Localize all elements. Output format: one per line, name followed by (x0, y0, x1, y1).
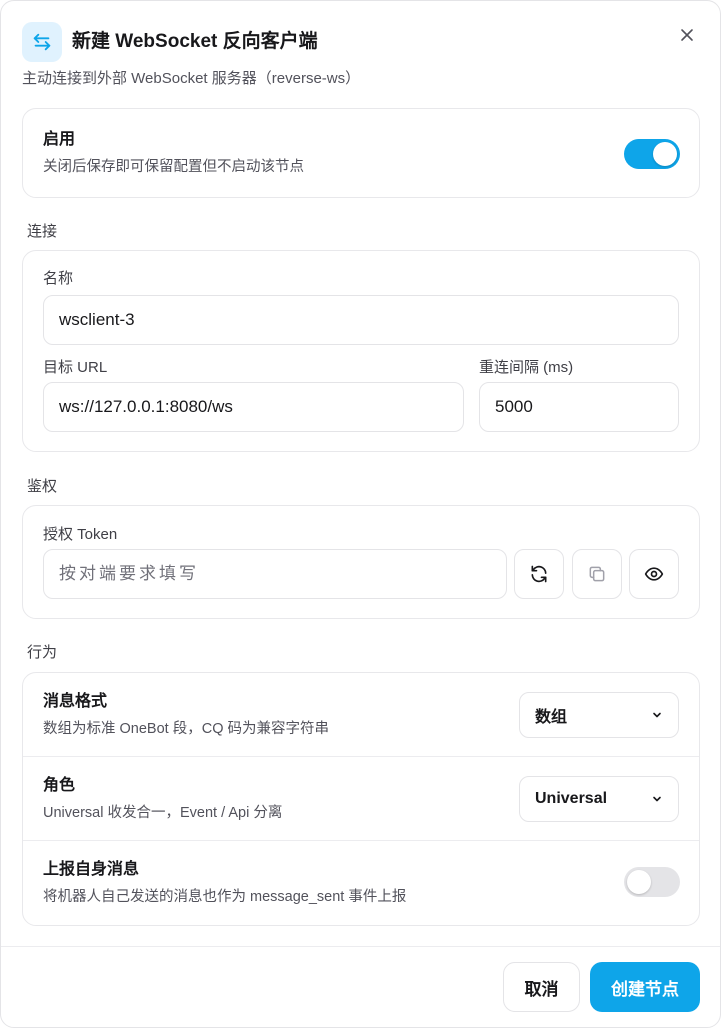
role-description: Universal 收发合一，Event / Api 分离 (43, 805, 283, 821)
create-node-button[interactable]: 创建节点 (590, 962, 700, 1012)
name-input[interactable] (43, 295, 679, 345)
toggle-knob (627, 870, 651, 894)
footer-divider (1, 946, 720, 947)
dialog-subtitle: 主动连接到外部 WebSocket 服务器（reverse-ws） (22, 70, 361, 87)
regenerate-token-button[interactable] (514, 549, 564, 599)
cancel-button[interactable]: 取消 (503, 962, 580, 1012)
message-format-select[interactable]: 数组 (519, 692, 679, 738)
role-value: Universal (535, 790, 608, 807)
refresh-icon (531, 565, 547, 583)
role-select[interactable]: Universal (519, 776, 679, 822)
role-title: 角色 (43, 777, 76, 794)
copy-icon (589, 566, 605, 582)
reconnect-label: 重连间隔 (ms) (479, 359, 574, 376)
message-format-title: 消息格式 (43, 693, 108, 710)
url-label: 目标 URL (43, 359, 108, 376)
url-input[interactable] (43, 382, 464, 432)
connection-card: 名称 目标 URL 重连间隔 (ms) (22, 250, 700, 452)
enable-title: 启用 (43, 131, 76, 148)
section-connection: 连接 (27, 223, 58, 240)
copy-token-button[interactable] (572, 549, 622, 599)
message-format-description: 数组为标准 OneBot 段，CQ 码为兼容字符串 (43, 721, 330, 737)
dialog: 新建 WebSocket 反向客户端 主动连接到外部 WebSocket 服务器… (0, 0, 721, 1028)
row-divider (23, 840, 699, 841)
swap-arrows-icon (22, 22, 62, 62)
section-behavior: 行为 (27, 644, 58, 661)
row-divider (23, 756, 699, 757)
enable-card: 启用 关闭后保存即可保留配置但不启动该节点 (22, 108, 700, 198)
enable-toggle[interactable] (624, 139, 680, 169)
close-button[interactable] (677, 25, 697, 45)
name-label: 名称 (43, 270, 74, 287)
behavior-card: 消息格式 数组为标准 OneBot 段，CQ 码为兼容字符串 数组 角色 Uni… (22, 672, 700, 926)
toggle-knob (653, 142, 677, 166)
message-format-value: 数组 (535, 709, 568, 726)
report-self-title: 上报自身消息 (43, 861, 140, 878)
dialog-title: 新建 WebSocket 反向客户端 (72, 31, 318, 52)
close-icon (681, 29, 693, 41)
report-self-toggle[interactable] (624, 867, 680, 897)
toggle-token-visibility-button[interactable] (629, 549, 679, 599)
chevron-down-icon (653, 796, 661, 802)
token-label: 授权 Token (43, 526, 118, 543)
report-self-description: 将机器人自己发送的消息也作为 message_sent 事件上报 (43, 889, 407, 905)
eye-icon (644, 567, 664, 581)
enable-description: 关闭后保存即可保留配置但不启动该节点 (43, 159, 304, 175)
section-auth: 鉴权 (27, 478, 58, 495)
chevron-down-icon (653, 712, 661, 718)
token-input[interactable] (43, 549, 507, 599)
reconnect-input[interactable] (479, 382, 679, 432)
